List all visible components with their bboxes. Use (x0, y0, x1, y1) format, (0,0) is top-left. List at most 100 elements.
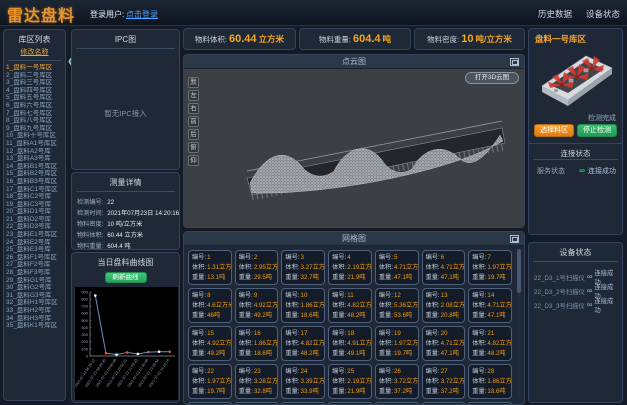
sidebar-zone-item[interactable]: 32_盘料H1号库区 (6, 299, 63, 307)
sidebar-zone-item[interactable]: 9_盘料九号库区 (6, 125, 63, 133)
sidebar-zone-item[interactable]: 27_盘料F2号库 (6, 261, 63, 269)
sidebar-zone-item[interactable]: 24_盘料E2号库 (6, 239, 63, 247)
sidebar-zone-item[interactable]: 3_盘料三号库区 (6, 79, 63, 87)
view-button[interactable]: 后 (188, 129, 199, 140)
detail-row-label: 物料重量: (77, 243, 103, 250)
cell-volume-label: 体积: (426, 302, 440, 309)
grid-cell: 编号:25 体积:2.19立方米 重量:21.9吨 (328, 364, 372, 399)
cell-id-label: 编号: (472, 330, 486, 337)
sidebar-zone-item[interactable]: 30_盘料G2号库 (6, 284, 63, 292)
sidebar-zone-item[interactable]: 1_盘料一号库区 (6, 64, 63, 72)
cell-volume-label: 体积: (426, 378, 440, 385)
grid-cell: 编号:11 体积:4.82立方米 重量:48.2吨 (328, 288, 372, 323)
select-zone-button[interactable]: 选择料区 (534, 124, 574, 137)
svg-text:400: 400 (81, 325, 88, 330)
measure-detail-row: 检测时间: 2021年07月23日 14:20:16 (77, 208, 174, 219)
cell-id-label: 编号: (239, 330, 253, 337)
cell-id-label: 编号: (472, 368, 486, 375)
sidebar-zone-item[interactable]: 35_盘料K1号库区 (6, 322, 63, 330)
sidebar-zone-item[interactable]: 8_盘料八号库区 (6, 117, 63, 125)
stat-label: 物料重量: (319, 34, 351, 45)
view-button[interactable]: 前 (188, 116, 199, 127)
svg-text:800: 800 (81, 297, 88, 302)
rename-link[interactable]: 修改名称 (4, 47, 65, 57)
view-button[interactable]: 仰 (188, 155, 199, 166)
svg-text:100: 100 (81, 346, 88, 351)
cell-id-value: 19 (394, 330, 401, 337)
zone-list-panel: 库区列表 修改名称 1_盘料一号库区 2_盘料二号库区 3_盘料三号库区 4_盘… (3, 29, 66, 401)
cell-id-value: 11 (347, 292, 353, 299)
stop-detect-button[interactable]: 停止检测 (577, 124, 617, 137)
view-button[interactable]: 右 (188, 103, 199, 114)
cell-weight-label: 重量: (239, 388, 253, 395)
sidebar-zone-item[interactable]: 29_盘料G1号库 (6, 277, 63, 285)
cell-volume-value: 3.28立方米 (254, 378, 279, 385)
cell-volume-label: 体积: (285, 340, 299, 347)
grid-cell: 编号:19 体积:1.97立方米 重量:19.7吨 (375, 326, 419, 361)
sidebar-zone-item[interactable]: 14_盘料B1号库区 (6, 163, 63, 171)
nav-device-status[interactable]: 设备状态 (586, 8, 620, 20)
view-button[interactable]: 左 (188, 90, 199, 101)
detail-row-value: 604.4 吨 (107, 243, 130, 250)
nav-history-data[interactable]: 历史数据 (538, 8, 572, 20)
cell-weight-value: 33.9吨 (301, 388, 319, 395)
sidebar-zone-item[interactable]: 21_盘料D2号库 (6, 216, 63, 224)
cell-volume-value: 4.71立方米 (487, 302, 512, 309)
sidebar-zone-item[interactable]: 16_盘料B3号库区 (6, 178, 63, 186)
sidebar-zone-item[interactable]: 33_盘料H2号库 (6, 307, 63, 315)
sidebar-zone-item[interactable]: 5_盘料五号库区 (6, 94, 63, 102)
cell-weight-label: 重量: (379, 388, 393, 395)
login-link[interactable]: 点击登录 (126, 9, 158, 20)
cell-id-value: 26 (394, 368, 401, 375)
detail-row-label: 物料体积: (77, 232, 103, 239)
cell-volume-value: 1.97立方米 (207, 378, 232, 385)
divider (8, 60, 61, 61)
sidebar-zone-item[interactable]: 7_盘料七号库区 (6, 110, 63, 118)
sidebar-zone-item[interactable]: 23_盘料E1号库区 (6, 231, 63, 239)
scrollbar-thumb[interactable] (517, 249, 521, 293)
sidebar-zone-item[interactable]: 4_盘料四号库区 (6, 87, 63, 95)
sidebar-zone-item[interactable]: 15_盘料B2号库区 (6, 170, 63, 178)
cell-volume-value: 1.86立方米 (301, 302, 326, 309)
sidebar-zone-item[interactable]: 19_盘料C3号库 (6, 201, 63, 209)
sidebar-zone-item[interactable]: 17_盘料C1号库区 (6, 186, 63, 194)
sidebar-zone-item[interactable]: 10_盘料十号库区 (6, 132, 63, 140)
cell-volume-label: 体积: (472, 378, 486, 385)
stat-material-density: 物料密度: 10 吨/立方米 (414, 28, 525, 50)
cell-weight-value: 47.1吨 (441, 350, 459, 357)
sidebar-zone-item[interactable]: 20_盘料D1号库 (6, 208, 63, 216)
grid-cell: 编号:12 体积:5.36立方米 重量:53.6吨 (375, 288, 419, 323)
refresh-curve-button[interactable]: 刷新曲线 (105, 272, 147, 283)
stat-value: 604.4 (353, 33, 381, 45)
sidebar-zone-item[interactable]: 6_盘料六号库区 (6, 102, 63, 110)
expand-icon[interactable] (510, 58, 519, 66)
divider (533, 159, 618, 160)
expand-icon[interactable] (510, 235, 519, 243)
grid-cell: 编号:7 体积:1.97立方米 重量:19.7吨 (468, 250, 512, 285)
cell-volume-value: 4.92立方米 (254, 302, 279, 309)
sidebar-zone-item[interactable]: 25_盘料E3号库 (6, 246, 63, 254)
sidebar-zone-item[interactable]: 22_盘料D3号库 (6, 223, 63, 231)
detail-row-value: 2021年07月23日 14:20:16 (107, 210, 179, 217)
cell-id-label: 编号: (239, 292, 253, 299)
view-button[interactable]: 默 (188, 77, 199, 88)
stat-unit: 吨/立方米 (475, 33, 511, 45)
sidebar-zone-item[interactable]: 28_盘料F3号库 (6, 269, 63, 277)
sidebar-zone-item[interactable]: 31_盘料G3号库 (6, 292, 63, 300)
sidebar-zone-item[interactable]: 2_盘料二号库区 (6, 72, 63, 80)
cell-weight-label: 重量: (426, 312, 440, 319)
cell-id-label: 编号: (472, 292, 486, 299)
cell-volume-value: 4.82立方米 (347, 302, 372, 309)
cell-id-value: 28 (487, 368, 494, 375)
sidebar-zone-item[interactable]: 18_盘料C2号库 (6, 193, 63, 201)
sidebar-zone-item[interactable]: 11_盘料A1号库区 (6, 140, 63, 148)
grid-scrollbar[interactable] (517, 249, 521, 399)
point-cloud-canvas[interactable]: 打开3D云图 默 左 右 前 后 俯 仰 (184, 69, 524, 228)
view-button[interactable]: 俯 (188, 142, 199, 153)
grid-cell: 编号:21 体积:4.82立方米 重量:48.2吨 (468, 326, 512, 361)
cell-weight-value: 49.2吨 (254, 312, 272, 319)
sidebar-zone-item[interactable]: 13_盘料A3号库 (6, 155, 63, 163)
sidebar-zone-item[interactable]: 26_盘料F1号库区 (6, 254, 63, 262)
sidebar-zone-item[interactable]: 12_盘料A2号库 (6, 148, 63, 156)
sidebar-zone-item[interactable]: 34_盘料H3号库 (6, 315, 63, 323)
